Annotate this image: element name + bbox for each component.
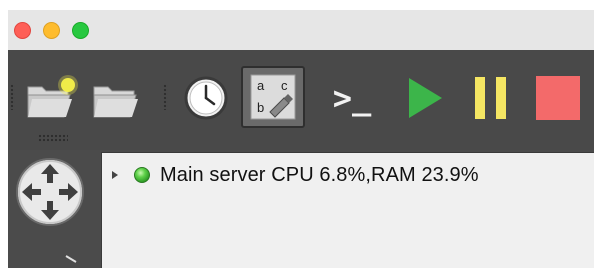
svg-text:b: b — [257, 100, 264, 115]
play-icon — [409, 78, 442, 118]
clock-icon — [184, 76, 228, 120]
app-window: a c b >_ Main server CPU 6.8%,RAM 23.9% — [8, 10, 594, 268]
stop-all-button[interactable] — [530, 70, 586, 126]
console-button[interactable]: >_ — [320, 70, 384, 126]
svg-text:c: c — [281, 78, 288, 93]
expand-arrow-icon[interactable] — [112, 171, 118, 179]
title-bar — [8, 10, 594, 50]
close-window-button[interactable] — [14, 22, 31, 39]
toolbar-separator-grip[interactable] — [163, 84, 168, 110]
svg-text:a: a — [257, 78, 265, 93]
open-project-button[interactable] — [88, 70, 148, 126]
toolbar-grip-handle[interactable] — [10, 84, 15, 110]
status-indicator-icon — [134, 167, 150, 183]
console-icon: >_ — [332, 79, 372, 117]
new-project-button[interactable] — [22, 70, 82, 126]
topology-summary-panel: Main server CPU 6.8%,RAM 23.9% — [101, 152, 594, 268]
pause-icon — [475, 77, 506, 119]
toolbar-resize-grip[interactable] — [38, 134, 68, 142]
router-device-button[interactable] — [14, 154, 90, 235]
start-all-button[interactable] — [400, 70, 450, 126]
zoom-window-button[interactable] — [72, 22, 89, 39]
annotate-text-icon: a c b — [250, 74, 296, 120]
history-button[interactable] — [174, 70, 238, 126]
new-project-folder-icon — [27, 75, 78, 118]
main-toolbar: a c b >_ — [8, 50, 594, 150]
device-sidebar — [8, 150, 101, 268]
stop-icon — [536, 76, 580, 120]
open-folder-icon — [93, 86, 138, 118]
tree-row[interactable]: Main server CPU 6.8%,RAM 23.9% — [112, 161, 479, 189]
minimize-window-button[interactable] — [43, 22, 60, 39]
chevron-right-icon — [65, 255, 77, 263]
suspend-all-button[interactable] — [464, 70, 518, 126]
annotate-button[interactable]: a c b — [241, 66, 305, 128]
node-status-label: Main server CPU 6.8%,RAM 23.9% — [160, 163, 479, 186]
router-icon — [16, 158, 84, 226]
